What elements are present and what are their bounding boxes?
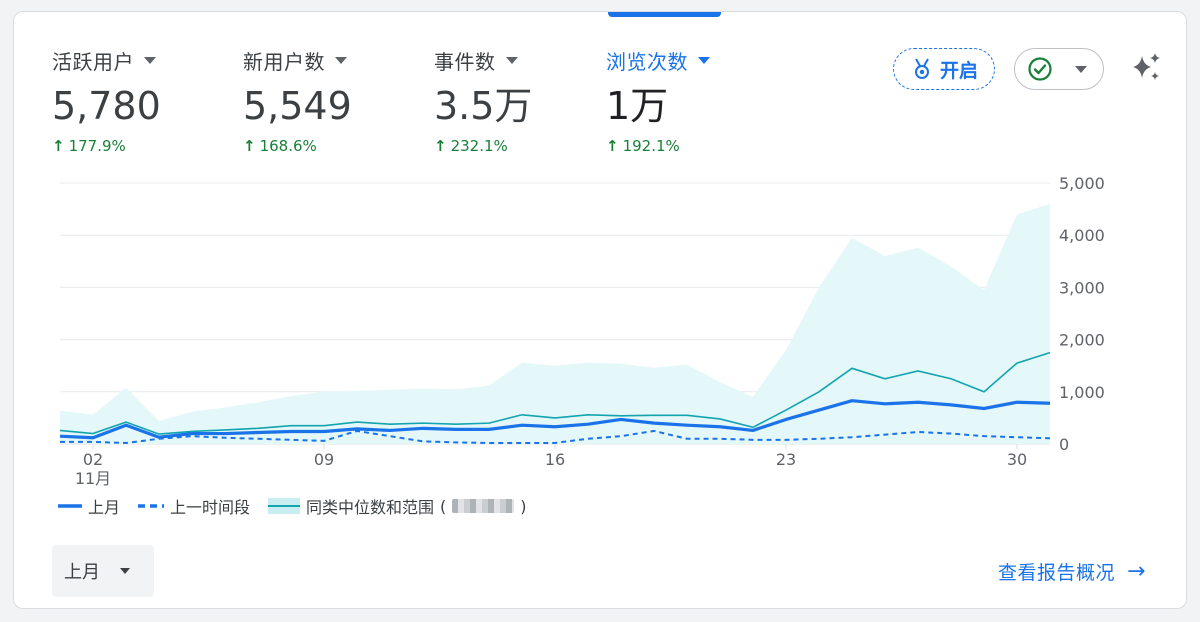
date-range-select[interactable]: 上月 <box>52 545 154 597</box>
insights-toggle-label: 开启 <box>939 59 978 82</box>
legend-solid-line-icon <box>58 504 82 508</box>
metric-header[interactable]: 新用户数 <box>243 46 352 75</box>
caret-down-icon <box>698 57 710 64</box>
metric-change-value: 232.1% <box>450 137 508 155</box>
x-tick-label: 23 <box>776 450 796 469</box>
status-dropdown[interactable] <box>1014 48 1104 90</box>
metric-label: 浏览次数 <box>606 50 688 74</box>
metric-new-users[interactable]: 新用户数 5,549 ↑ 168.6% <box>243 46 352 155</box>
redacted-text <box>452 499 515 513</box>
metric-label: 活跃用户 <box>52 50 134 74</box>
metric-change-value: 177.9% <box>68 137 126 155</box>
metric-change-value: 192.1% <box>622 137 680 155</box>
arrow-up-icon: ↑ <box>434 137 447 155</box>
caret-down-icon <box>1075 65 1087 73</box>
insights-toggle-button[interactable]: 开启 <box>893 48 995 90</box>
y-axis-ticks: 5,000 4,000 3,000 2,000 1,000 0 <box>1059 174 1105 454</box>
caret-down-icon <box>120 568 130 574</box>
chart-legend: 上月 上一时间段 同类中位数和范围 ( ) <box>58 494 545 518</box>
metric-header[interactable]: 活跃用户 <box>52 46 161 75</box>
legend-open-paren: ( <box>440 496 447 516</box>
metric-change: ↑ 192.1% <box>606 137 710 155</box>
sparkle-icon[interactable] <box>1128 50 1164 90</box>
y-tick-label: 2,000 <box>1059 331 1105 350</box>
arrow-right-icon: → <box>1127 559 1146 584</box>
x-tick-label: 16 <box>545 450 565 469</box>
legend-band-icon <box>268 498 301 514</box>
caret-down-icon <box>144 57 156 64</box>
metric-change: ↑ 232.1% <box>434 137 532 155</box>
views-trend-chart: 5,000 4,000 3,000 2,000 1,000 0 02 09 16 23 30 11月 <box>59 174 1105 487</box>
legend-item-benchmark: 同类中位数和范围 ( ) <box>268 494 527 518</box>
legend-item-previous-period: 上一时间段 <box>138 494 250 518</box>
benchmark-band-layer <box>60 203 1050 444</box>
view-report-label: 查看报告概况 <box>998 562 1116 584</box>
metric-value: 3.5万 <box>434 84 533 128</box>
metric-change: ↑ 168.6% <box>243 137 352 155</box>
metric-label: 新用户数 <box>243 50 325 74</box>
metric-label: 事件数 <box>434 50 496 74</box>
x-tick-label: 02 <box>83 450 103 469</box>
date-range-value: 上月 <box>64 562 100 583</box>
benchmark-range-area <box>60 203 1050 444</box>
x-month-label: 11月 <box>75 469 111 487</box>
legend-label: 同类中位数和范围 <box>306 498 435 517</box>
legend-dashed-line-icon <box>138 504 165 508</box>
legend-close-paren: ) <box>520 496 527 516</box>
legend-label: 上月 <box>88 498 121 517</box>
arrow-up-icon: ↑ <box>606 137 619 155</box>
medal-icon <box>914 58 929 79</box>
arrow-up-icon: ↑ <box>52 137 65 155</box>
y-tick-label: 5,000 <box>1059 174 1105 193</box>
x-tick-label: 30 <box>1007 450 1027 469</box>
y-tick-label: 0 <box>1059 435 1069 454</box>
metric-change: ↑ 177.9% <box>52 137 161 155</box>
y-tick-label: 1,000 <box>1059 383 1105 402</box>
sparkle-icon-svg <box>1133 53 1160 80</box>
active-tab-indicator <box>608 12 721 17</box>
caret-down-icon <box>335 57 347 64</box>
arrow-up-icon: ↑ <box>243 137 256 155</box>
check-circle-icon <box>1028 57 1052 81</box>
metric-header[interactable]: 事件数 <box>434 46 532 75</box>
metric-active-users[interactable]: 活跃用户 5,780 ↑ 177.9% <box>52 46 161 155</box>
overview-card: 活跃用户 5,780 ↑ 177.9% 新用户数 5,549 ↑ 168.6% … <box>13 11 1187 609</box>
metric-value: 5,780 <box>52 84 161 128</box>
view-report-link[interactable]: 查看报告概况 → <box>998 558 1146 585</box>
caret-down-icon <box>505 57 518 64</box>
metric-change-value: 168.6% <box>259 137 317 155</box>
legend-label: 上一时间段 <box>170 498 251 517</box>
y-tick-label: 4,000 <box>1059 226 1105 245</box>
legend-item-last-month: 上月 <box>58 494 120 518</box>
x-tick-label: 09 <box>314 450 334 469</box>
metric-header[interactable]: 浏览次数 <box>606 46 710 75</box>
metric-value: 1万 <box>606 84 669 128</box>
y-tick-label: 3,000 <box>1059 278 1105 297</box>
x-axis-ticks: 02 09 16 23 30 11月 <box>75 444 1027 487</box>
metric-page-views[interactable]: 浏览次数 1万 ↑ 192.1% <box>606 46 710 155</box>
metric-value: 5,549 <box>243 84 352 128</box>
metric-events[interactable]: 事件数 3.5万 ↑ 232.1% <box>434 46 532 155</box>
